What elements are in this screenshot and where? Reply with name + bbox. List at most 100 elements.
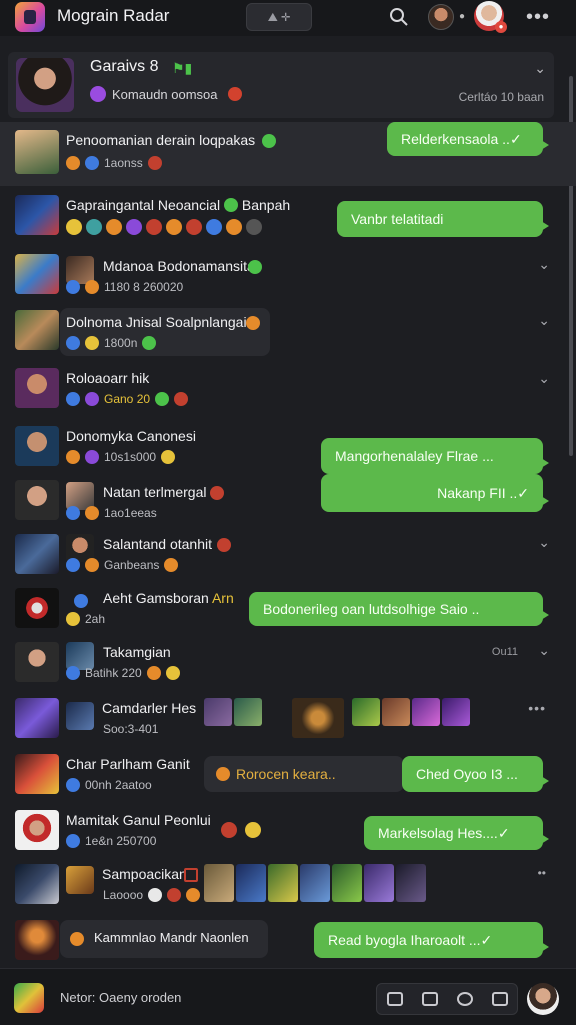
thumbnail[interactable]: [332, 864, 362, 902]
emoji-icon: [186, 888, 201, 902]
thumbnail[interactable]: [204, 864, 234, 902]
row-sub: 1800n: [66, 336, 157, 350]
row-name: Kammnlao Mandr Naonlen: [94, 930, 249, 945]
list-item[interactable]: Penoomanian derain loqpakas 1aonss Relde…: [0, 122, 576, 186]
avatar: [15, 642, 59, 682]
chevron-down-icon[interactable]: ⌄: [538, 534, 550, 551]
chat-feed[interactable]: Garaivs 8 ⚑▮ Komaudn oomsoa ⌄ Cerltáo 10…: [0, 36, 576, 968]
list-item[interactable]: Dolnoma Jnisal Soalpnlangai 1800n ⌄: [0, 306, 576, 358]
list-item[interactable]: Camdarler Hes Soo:3-401 •••: [0, 696, 576, 752]
notification-badge: ●: [495, 21, 507, 33]
globe-icon: [74, 594, 88, 608]
chat-icon[interactable]: [456, 992, 473, 1006]
search-icon[interactable]: [388, 6, 410, 28]
globe-icon: [66, 666, 80, 680]
badge-icon: [224, 198, 238, 212]
separator-dot-icon: ●: [459, 11, 466, 22]
thumbnail[interactable]: [396, 864, 426, 902]
avatar: [15, 698, 59, 738]
list-item[interactable]: Gapraingantal Neoancial Banpah Vanbr tel…: [0, 191, 576, 243]
row-name: Mdanoa Bodonamansita: [103, 258, 255, 274]
star-icon: [161, 450, 176, 464]
people-icon[interactable]: [421, 992, 438, 1006]
list-item[interactable]: Takamgian Batihk 220 Ou11 ⌄: [0, 640, 576, 692]
chevron-down-icon[interactable]: ⌄: [534, 60, 546, 77]
top-toggle-pill[interactable]: ⛰ ✛: [246, 3, 312, 31]
thumbnail[interactable]: [234, 698, 262, 726]
list-item[interactable]: Char Parlham Ganit 00nh 2aatoo Rorocen k…: [0, 752, 576, 806]
media-thumbnails[interactable]: [204, 698, 470, 738]
thumbnail[interactable]: [300, 864, 330, 902]
home-icon[interactable]: [386, 992, 403, 1006]
more-icon[interactable]: •••: [528, 700, 546, 716]
game-icon: [85, 558, 99, 572]
list-item[interactable]: Natan terlmergal 1ao1eeas Nakanp FII ..✓: [0, 474, 576, 530]
message-bubble[interactable]: Ched Oyoo I3 ...: [402, 756, 549, 792]
thumbnail[interactable]: [442, 698, 470, 726]
thumbnail[interactable]: [292, 698, 344, 738]
profile-avatar[interactable]: [527, 983, 559, 1015]
thumbnail[interactable]: [382, 698, 410, 726]
globe-icon: [66, 778, 80, 792]
reply-preview[interactable]: Rorocen keara..: [204, 756, 404, 792]
message-bubble[interactable]: Mangorhenalaley Flrae ...: [321, 438, 549, 474]
chevron-down-icon[interactable]: ⌄: [538, 312, 550, 329]
avatar: [15, 810, 59, 850]
chevron-down-icon[interactable]: ⌄: [538, 642, 550, 659]
message-bubble[interactable]: Read byogla Iharoaolt ...✓: [314, 922, 549, 958]
more-icon[interactable]: •••: [526, 6, 550, 29]
avatar: [66, 702, 94, 730]
avatar: [15, 588, 59, 628]
chevron-down-icon[interactable]: ⌄: [538, 370, 550, 387]
avatar: [15, 426, 59, 466]
bomb-icon: [174, 392, 189, 406]
row-name: Takamgian: [103, 644, 171, 660]
list-item[interactable]: Roloaoarr hik Gano 20 ⌄: [0, 364, 576, 416]
flag-icon[interactable]: [491, 992, 508, 1006]
avatar: [15, 254, 59, 294]
list-item[interactable]: Sampoacikan Laoooo ••: [0, 862, 576, 918]
message-bubble[interactable]: Relderkensaola ..✓: [387, 122, 549, 156]
avatar: [15, 920, 59, 960]
composer-label[interactable]: Netor: Oaeny oroden: [60, 990, 181, 1005]
list-item[interactable]: Aeht Gamsboran Arn 2ah Bodonerileg oan l…: [0, 586, 576, 638]
shield-icon: [85, 450, 99, 464]
list-item[interactable]: Kammnlao Mandr Naonlen Read byogla Iharo…: [0, 916, 576, 968]
chevron-down-icon[interactable]: ⌄: [538, 256, 550, 273]
game-icon: [85, 506, 99, 520]
row-meta: Ou11: [491, 646, 518, 658]
message-bubble[interactable]: Nakanp FII ..✓: [321, 474, 549, 512]
list-item[interactable]: Mamitak Ganul Peonlui 1e&n 250700 Markel…: [0, 808, 576, 862]
message-bubble[interactable]: Bodonerileg oan lutdsolhige Saio ..: [249, 592, 549, 626]
thumbnail[interactable]: [236, 864, 266, 902]
emoji-icon: [148, 888, 163, 902]
thumbnail[interactable]: [364, 864, 394, 902]
message-bubble[interactable]: Markelsolag Hes....✓: [364, 816, 549, 850]
app-logo[interactable]: [15, 2, 45, 32]
avatar: [15, 864, 59, 904]
avatar: [15, 480, 59, 520]
verified-icon: [262, 134, 276, 148]
media-thumbnails[interactable]: [204, 864, 426, 902]
app-icon[interactable]: [14, 983, 44, 1013]
row-name: Penoomanian derain loqpakas: [66, 132, 256, 148]
user-avatar[interactable]: [428, 4, 454, 30]
game-icon: [216, 767, 230, 781]
globe-icon: [66, 834, 80, 848]
thumbnail[interactable]: [412, 698, 440, 726]
channel-header-card[interactable]: Garaivs 8 ⚑▮ Komaudn oomsoa ⌄ Cerltáo 10…: [8, 52, 554, 118]
top-bar: Mograin Radar ⛰ ✛ ● ● •••: [0, 0, 576, 36]
avatar: [15, 754, 59, 794]
more-icon[interactable]: ••: [538, 866, 546, 880]
list-item[interactable]: Mdanoa Bodonamansita 1180 8 260020 ⌄: [0, 250, 576, 302]
thumbnail[interactable]: [352, 698, 380, 726]
fire-icon: [210, 486, 224, 500]
verified-icon: [248, 260, 262, 274]
row-sub: 2ah: [66, 612, 105, 626]
profile-avatar[interactable]: ●: [474, 1, 507, 33]
message-bubble[interactable]: Vanbr telatitadi: [337, 201, 549, 237]
list-item[interactable]: Donomyka Canonesi 10s1s000 Mangorhenalal…: [0, 422, 576, 474]
list-item[interactable]: Salantand otanhit Ganbeans ⌄: [0, 532, 576, 584]
thumbnail[interactable]: [204, 698, 232, 726]
thumbnail[interactable]: [268, 864, 298, 902]
